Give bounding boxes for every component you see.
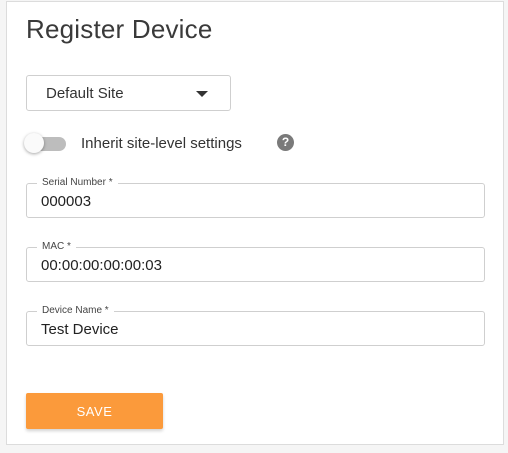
site-select[interactable]: Default Site	[26, 75, 231, 111]
serial-number-input[interactable]	[41, 191, 461, 211]
mac-field[interactable]: MAC *	[26, 241, 485, 282]
toggle-thumb	[24, 133, 44, 153]
save-button[interactable]: SAVE	[26, 393, 163, 429]
inherit-settings-label: Inherit site-level settings	[81, 135, 242, 152]
serial-number-label: Serial Number *	[37, 177, 118, 189]
mac-label: MAC *	[37, 241, 76, 253]
help-icon[interactable]: ?	[277, 134, 294, 151]
caret-down-icon	[196, 91, 208, 97]
device-name-label: Device Name *	[37, 305, 114, 317]
page-title: Register Device	[26, 14, 213, 44]
inherit-settings-toggle[interactable]	[24, 133, 68, 155]
device-name-field[interactable]: Device Name *	[26, 305, 485, 346]
site-select-value: Default Site	[46, 85, 124, 102]
device-name-input[interactable]	[41, 319, 461, 339]
register-device-card: Register Device Default Site Inherit sit…	[6, 1, 504, 445]
serial-number-field[interactable]: Serial Number *	[26, 177, 485, 218]
mac-input[interactable]	[41, 255, 461, 275]
